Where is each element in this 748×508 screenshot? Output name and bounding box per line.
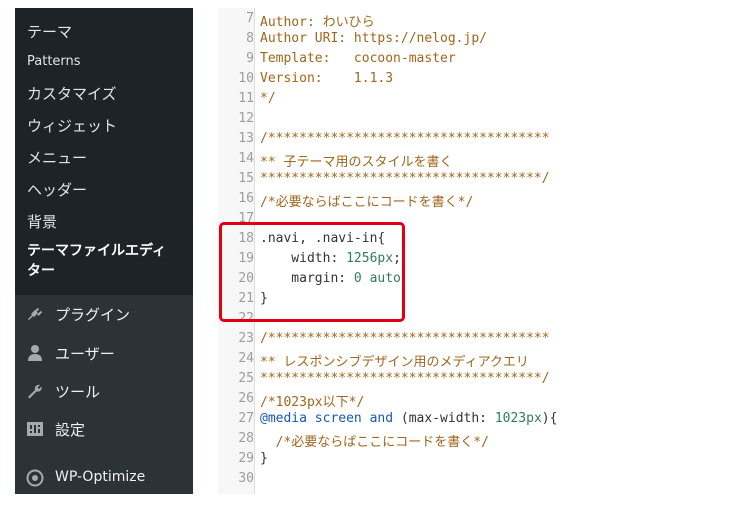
menu-item-wp-optimize[interactable]: WP-Optimize <box>15 460 193 494</box>
line-number: 28 <box>238 431 254 446</box>
code-line[interactable]: ** レスポンシブデザイン用のメディアクエリ <box>260 351 529 370</box>
settings-icon <box>25 420 45 438</box>
menu-item-users[interactable]: ユーザー <box>15 335 193 371</box>
submenu-item-header[interactable]: ヘッダー <box>27 179 87 200</box>
content-gap <box>193 8 218 494</box>
line-number: 7 <box>246 11 254 26</box>
code-line[interactable]: Template: cocoon-master <box>260 51 456 66</box>
code-line[interactable]: Author URI: https://nelog.jp/ <box>260 31 487 46</box>
submenu-item-widgets[interactable]: ウィジェット <box>27 115 117 136</box>
user-icon <box>25 344 45 362</box>
line-number: 23 <box>238 331 254 346</box>
code-line[interactable]: ** 子テーマ用のスタイルを書く <box>260 151 452 170</box>
line-number: 10 <box>238 71 254 86</box>
line-number: 12 <box>238 111 254 126</box>
code-line[interactable]: /************************************ <box>260 131 550 146</box>
highlight-box <box>219 222 405 322</box>
menu-label-users: ユーザー <box>55 345 115 363</box>
code-line[interactable]: @media screen and (max-width: 1023px){ <box>260 411 557 426</box>
submenu-item-patterns[interactable]: Patterns <box>27 54 81 69</box>
code-line[interactable]: /*必要ならばここにコードを書く*/ <box>260 431 489 450</box>
wp-optimize-icon <box>25 469 45 487</box>
menu-item-plugins[interactable]: プラグイン <box>15 296 193 332</box>
submenu-item-background[interactable]: 背景 <box>27 211 57 232</box>
line-number: 9 <box>246 51 254 66</box>
menu-label-plugins: プラグイン <box>55 306 131 324</box>
code-line[interactable]: */ <box>260 91 276 106</box>
submenu-item-theme-file-editor[interactable]: テーマファイルエディター <box>27 241 177 281</box>
menu-item-tools[interactable]: ツール <box>15 373 193 409</box>
menu-label-wp-optimize: WP-Optimize <box>55 469 146 485</box>
code-line[interactable]: Version: 1.1.3 <box>260 71 393 86</box>
code-line[interactable]: /************************************ <box>260 331 550 346</box>
line-number: 14 <box>238 151 254 166</box>
code-line[interactable]: /*必要ならばここにコードを書く*/ <box>260 191 473 210</box>
submenu-item-themes[interactable]: テーマ <box>27 21 72 42</box>
line-number: 15 <box>238 171 254 186</box>
code-line[interactable]: /*1023px以下*/ <box>260 391 364 410</box>
menu-label-tools: ツール <box>55 383 101 401</box>
line-number: 26 <box>238 391 254 406</box>
submenu-item-customize[interactable]: カスタマイズ <box>27 83 117 104</box>
submenu-item-menus[interactable]: メニュー <box>27 147 87 168</box>
line-number: 8 <box>246 31 254 46</box>
menu-label-settings: 設定 <box>55 421 86 439</box>
line-number: 25 <box>238 371 254 386</box>
code-line[interactable]: } <box>260 451 268 466</box>
plug-icon <box>25 305 45 323</box>
code-line[interactable]: ************************************/ <box>260 371 550 386</box>
appearance-submenu: テーマ Patterns カスタマイズ ウィジェット メニュー ヘッダー 背景 … <box>15 8 193 295</box>
line-number: 16 <box>238 191 254 206</box>
line-number: 13 <box>238 131 254 146</box>
line-number: 27 <box>238 411 254 426</box>
line-number: 11 <box>238 91 254 106</box>
line-number: 30 <box>238 471 254 486</box>
menu-item-settings[interactable]: 設定 <box>15 411 193 447</box>
admin-sidebar: テーマ Patterns カスタマイズ ウィジェット メニュー ヘッダー 背景 … <box>15 8 193 494</box>
wrench-icon <box>25 382 45 400</box>
code-line[interactable]: Author: わいひら <box>260 11 375 30</box>
code-line[interactable]: ************************************/ <box>260 171 550 186</box>
line-number: 29 <box>238 451 254 466</box>
line-number: 24 <box>238 351 254 366</box>
